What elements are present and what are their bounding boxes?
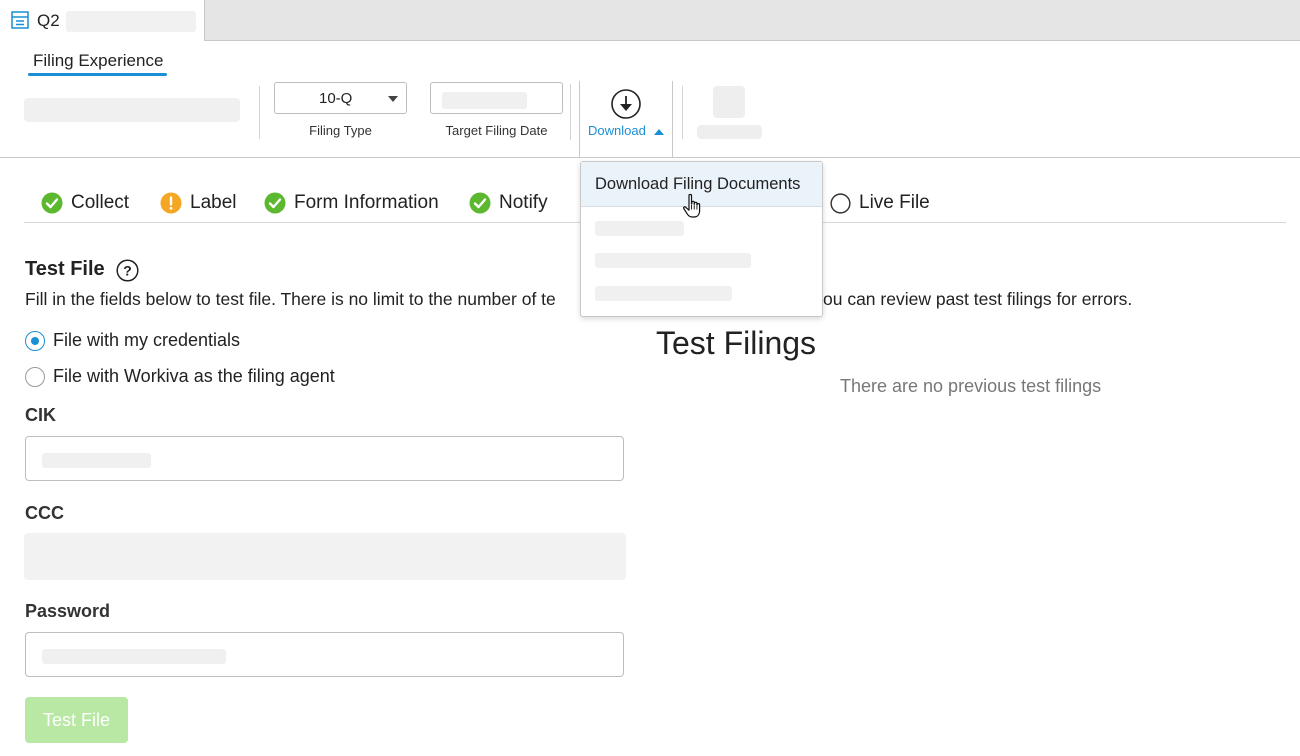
menu-item-redacted[interactable] [595,221,684,236]
hand-pointer-icon [683,193,701,218]
step-collect[interactable]: Collect [41,192,129,214]
password-label: Password [25,601,111,621]
filing-type-label: Filing Type [309,123,372,138]
cik-label: CIK [25,405,56,425]
check-circle-icon [41,192,63,214]
step-form-information[interactable]: Form Information [264,192,439,214]
download-label: Download [588,123,646,138]
toolbar-divider [259,86,260,139]
caret-down-icon [388,96,398,102]
tab-bar: Q2 [0,0,1300,41]
test-file-title: Test File [25,258,105,280]
ccc-input[interactable] [24,533,626,580]
filing-type-value: 10-Q [319,90,353,107]
step-label: Label [190,192,237,213]
step-label: Collect [71,192,130,213]
redacted-tab-name [66,11,196,32]
redacted-icon [713,86,745,118]
test-file-description-end: ou can review past test filings for erro… [823,289,1133,309]
redacted-value [42,453,151,468]
test-filings-title: Test Filings [656,325,817,361]
cik-input[interactable] [25,436,624,481]
redacted-field [24,98,240,122]
download-button[interactable]: Download [579,81,673,158]
check-circle-icon [469,192,491,214]
radio-file-with-agent[interactable]: File with Workiva as the filing agent [25,366,335,387]
step-live-file[interactable]: Live File [830,192,930,214]
radio-label: File with my credentials [53,330,241,350]
password-input[interactable] [25,632,624,677]
download-menu: Download Filing Documents [580,161,823,317]
test-file-description: Fill in the fields below to test file. T… [25,289,556,309]
check-circle-icon [264,192,286,214]
radio-label: File with Workiva as the filing agent [53,366,335,386]
radio-file-with-credentials[interactable]: File with my credentials [25,330,240,351]
redacted-date [442,92,527,109]
test-filings-empty-state: There are no previous test filings [840,376,1102,396]
step-label: Form Information [294,192,439,213]
caret-up-icon [654,129,664,135]
menu-item-label: Download Filing Documents [595,175,801,193]
header-border [0,157,1300,158]
filing-experience-nav[interactable]: Filing Experience [33,51,163,71]
step-label: Live File [859,192,930,213]
warning-circle-icon [160,192,182,214]
filing-type-select[interactable]: 10-Q [274,82,407,114]
document-list-icon [11,11,29,29]
menu-item-redacted[interactable] [595,253,751,268]
tab-title: Q2 [37,11,60,30]
redacted-value [42,649,226,664]
download-icon [611,89,641,119]
redacted-label [697,125,762,139]
target-filing-date-input[interactable] [430,82,563,114]
help-icon[interactable]: ? [116,259,139,282]
menu-item-redacted[interactable] [595,286,732,301]
target-filing-date-label: Target Filing Date [445,123,548,138]
document-tab[interactable]: Q2 [0,0,205,41]
toolbar-divider [682,86,683,139]
empty-circle-icon [830,192,851,214]
step-label: Notify [499,192,548,213]
radio-unselected[interactable] [25,366,45,387]
test-file-button[interactable]: Test File [25,697,128,743]
toolbar-divider [570,84,571,140]
step-notify[interactable]: Notify [469,192,548,214]
ccc-label: CCC [25,503,64,523]
active-nav-indicator [28,73,167,76]
svg-text:?: ? [123,263,132,279]
radio-selected[interactable] [25,330,45,351]
step-label-tab[interactable]: Label [160,192,237,214]
